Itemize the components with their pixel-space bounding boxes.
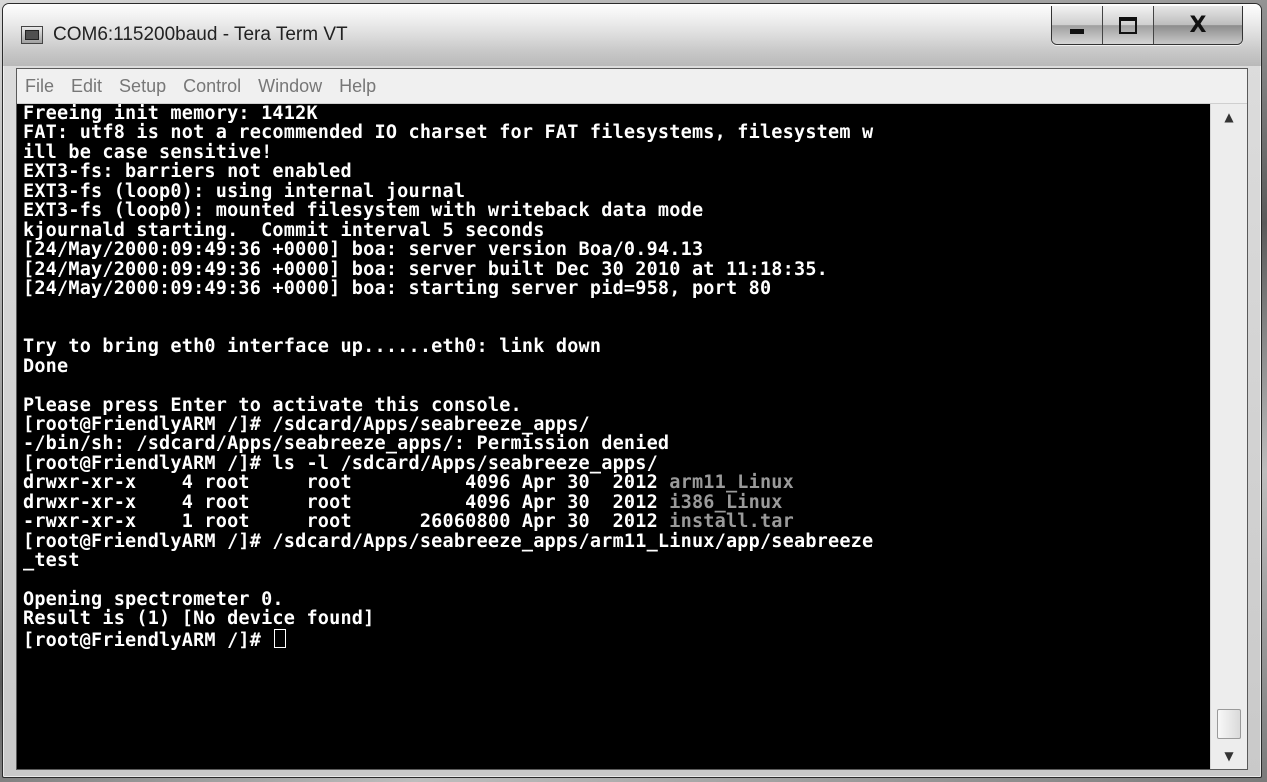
terminal-line: _test: [23, 550, 80, 572]
maximize-icon: [1119, 16, 1137, 34]
shell-prompt: [root@FriendlyARM /]#: [23, 629, 273, 651]
maximize-button[interactable]: [1102, 6, 1153, 44]
window-title: COM6:115200baud - Tera Term VT: [53, 24, 348, 45]
terminal-line: EXT3-fs (loop0): using internal journal: [23, 180, 466, 202]
menu-help[interactable]: Help: [339, 76, 376, 97]
scroll-up-arrow-icon[interactable]: ▲: [1211, 104, 1247, 130]
menu-bar: File Edit Setup Control Window Help: [17, 69, 1247, 104]
terminal-line: -/bin/sh: /sdcard/Apps/seabreeze_apps/: …: [23, 433, 670, 455]
terminal-line: [24/May/2000:09:49:36 +0000] boa: server…: [23, 239, 704, 261]
terminal-line: EXT3-fs (loop0): mounted filesystem with…: [23, 200, 704, 222]
prompt-line[interactable]: [root@FriendlyARM /]#: [23, 628, 1210, 651]
terminal-line: [root@FriendlyARM /]# /sdcard/Apps/seabr…: [23, 530, 874, 552]
terminal-line: [root@FriendlyARM /]# /sdcard/Apps/seabr…: [23, 414, 590, 435]
listing-name: arm11_Linux: [669, 472, 794, 494]
menu-edit[interactable]: Edit: [71, 76, 102, 97]
listing-details: drwxr-xr-x 4 root root 4096 Apr 30 2012: [23, 472, 670, 494]
menu-control[interactable]: Control: [183, 76, 241, 97]
listing-details: drwxr-xr-x 4 root root 4096 Apr 30 2012: [23, 491, 670, 513]
vertical-scrollbar[interactable]: ▲ ▼: [1210, 104, 1247, 769]
close-button[interactable]: X: [1153, 6, 1242, 44]
text-cursor: [274, 628, 287, 648]
terminal-line: Please press Enter to activate this cons…: [23, 394, 522, 416]
terminal-line: Done: [23, 355, 69, 377]
terminal-line: Result is (1) [No device found]: [23, 608, 375, 630]
terminal-line: [24/May/2000:09:49:36 +0000] boa: server…: [23, 258, 828, 280]
listing-name: install.tar: [669, 511, 794, 533]
menu-file[interactable]: File: [25, 76, 54, 97]
terminal-line: ill be case sensitive!: [23, 141, 273, 163]
listing-name: i386_Linux: [669, 491, 783, 513]
scroll-thumb[interactable]: [1217, 709, 1241, 739]
terminal-line: kjournald starting. Commit interval 5 se…: [23, 219, 545, 241]
menu-setup[interactable]: Setup: [119, 76, 166, 97]
listing-row: -rwxr-xr-x 1 root root 26060800 Apr 30 2…: [23, 512, 1210, 531]
scroll-down-arrow-icon[interactable]: ▼: [1211, 743, 1247, 769]
terminal-line: [root@FriendlyARM /]# ls -l /sdcard/Apps…: [23, 452, 658, 474]
terminal-line: EXT3-fs: barriers not enabled: [23, 161, 352, 183]
terminal-line: Try to bring eth0 interface up......eth0…: [23, 336, 602, 358]
terminal-line: Opening spectrometer 0.: [23, 588, 284, 610]
listing-row: drwxr-xr-x 4 root root 4096 Apr 30 2012 …: [23, 473, 1210, 492]
terminal-line: Freeing init memory: 1412K: [23, 104, 318, 124]
terminal-line: FAT: utf8 is not a recommended IO charse…: [23, 122, 874, 144]
caption-buttons: X: [1051, 6, 1243, 45]
menu-window[interactable]: Window: [258, 76, 322, 97]
minimize-button[interactable]: [1052, 6, 1102, 44]
listing-details: -rwxr-xr-x 1 root root 26060800 Apr 30 2…: [23, 511, 670, 533]
terminal-line: [24/May/2000:09:49:36 +0000] boa: starti…: [23, 277, 772, 299]
tera-term-icon[interactable]: [21, 26, 43, 44]
close-icon: X: [1189, 12, 1207, 38]
terminal-window: COM6:115200baud - Tera Term VT X File Ed…: [2, 3, 1262, 778]
listing-row: drwxr-xr-x 4 root root 4096 Apr 30 2012 …: [23, 493, 1210, 512]
client-area: File Edit Setup Control Window Help Free…: [16, 68, 1248, 770]
title-bar[interactable]: COM6:115200baud - Tera Term VT X: [3, 4, 1261, 66]
terminal-output[interactable]: Freeing init memory: 1412K FAT: utf8 is n…: [17, 104, 1210, 769]
minimize-icon: [1070, 28, 1084, 34]
